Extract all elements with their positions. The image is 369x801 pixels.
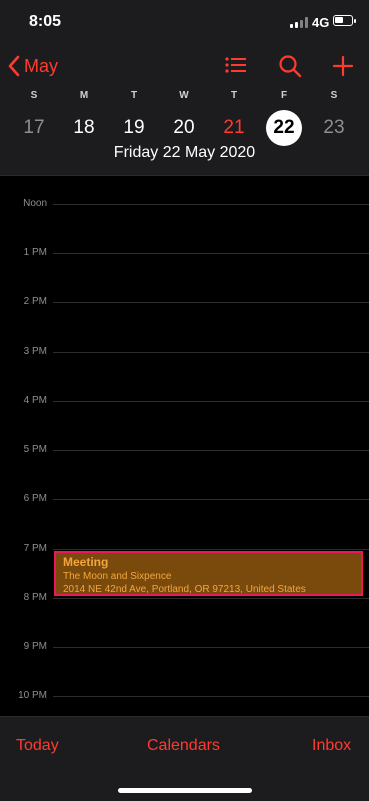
network-type: 4G [312,15,330,30]
weekday-label: S [30,90,38,101]
hour-label: 10 PM [18,690,47,701]
inbox-button[interactable]: Inbox [312,737,351,755]
today-button[interactable]: Today [16,737,59,755]
hour-row: Noon [0,196,369,212]
hour-label: 2 PM [23,296,47,307]
selected-date-title: Friday 22 May 2020 [113,144,256,161]
date-22-selected[interactable]: 22 [266,110,302,146]
date-20[interactable]: 20 [166,110,202,146]
date-17[interactable]: 17 [16,110,52,146]
date-23[interactable]: 23 [316,110,352,146]
bottom-toolbar: Today Calendars Inbox [0,716,369,801]
weekday-label: S [330,90,338,101]
list-button[interactable] [222,52,250,80]
hour-label: 1 PM [23,247,47,258]
hour-row: 2 PM [0,294,369,310]
list-icon [225,57,246,73]
event-address: 2014 NE 42nd Ave, Portland, OR 97213, Un… [63,584,306,595]
add-event-button[interactable] [329,52,357,80]
hour-row: 3 PM [0,344,369,360]
weekday-label: M [79,90,89,101]
weekday-row: S M T W T F S [0,90,369,104]
hour-row: 10 PM [0,688,369,704]
hour-row: 5 PM [0,442,369,458]
week-strip: 17 18 19 20 21 22 23 [0,110,369,146]
search-icon [279,55,302,78]
signal-icon [290,17,308,28]
hour-row: 1 PM [0,245,369,261]
hour-label: 7 PM [23,543,47,554]
weekday-label: T [230,90,238,101]
date-18[interactable]: 18 [66,110,102,146]
hour-label: 6 PM [23,493,47,504]
status-time: 8:05 [29,13,62,30]
hour-label: 9 PM [23,641,47,652]
event-meeting[interactable]: Meeting The Moon and Sixpence 2014 NE 42… [54,551,363,596]
hour-label: 8 PM [23,592,47,603]
date-19[interactable]: 19 [116,110,152,146]
search-button[interactable] [276,52,304,80]
chevron-left-icon [8,55,20,77]
event-title: Meeting [63,555,109,569]
weekday-label: F [280,90,288,101]
weekday-label: W [179,90,189,101]
event-location: The Moon and Sixpence [63,571,172,582]
day-timeline[interactable]: Noon 1 PM 2 PM 3 PM 4 PM 5 PM 6 PM 7 PM … [0,176,369,716]
hour-label: 5 PM [23,444,47,455]
hour-row: 6 PM [0,491,369,507]
hour-row: 4 PM [0,393,369,409]
calendar-header: May S M T W T F S 17 18 19 20 21 22 23 F… [0,44,369,176]
battery-icon [333,15,356,26]
calendars-button[interactable]: Calendars [147,737,220,755]
hour-label: 3 PM [23,346,47,357]
back-label: May [24,55,59,76]
status-bar: 8:05 4G [0,0,369,44]
date-21-today[interactable]: 21 [216,110,252,146]
hour-row: 9 PM [0,639,369,655]
back-button[interactable]: May [6,52,58,80]
hour-label: Noon [23,198,47,209]
plus-icon [332,55,354,77]
weekday-label: T [130,90,138,101]
home-indicator[interactable] [118,788,252,793]
hour-label: 4 PM [23,395,47,406]
